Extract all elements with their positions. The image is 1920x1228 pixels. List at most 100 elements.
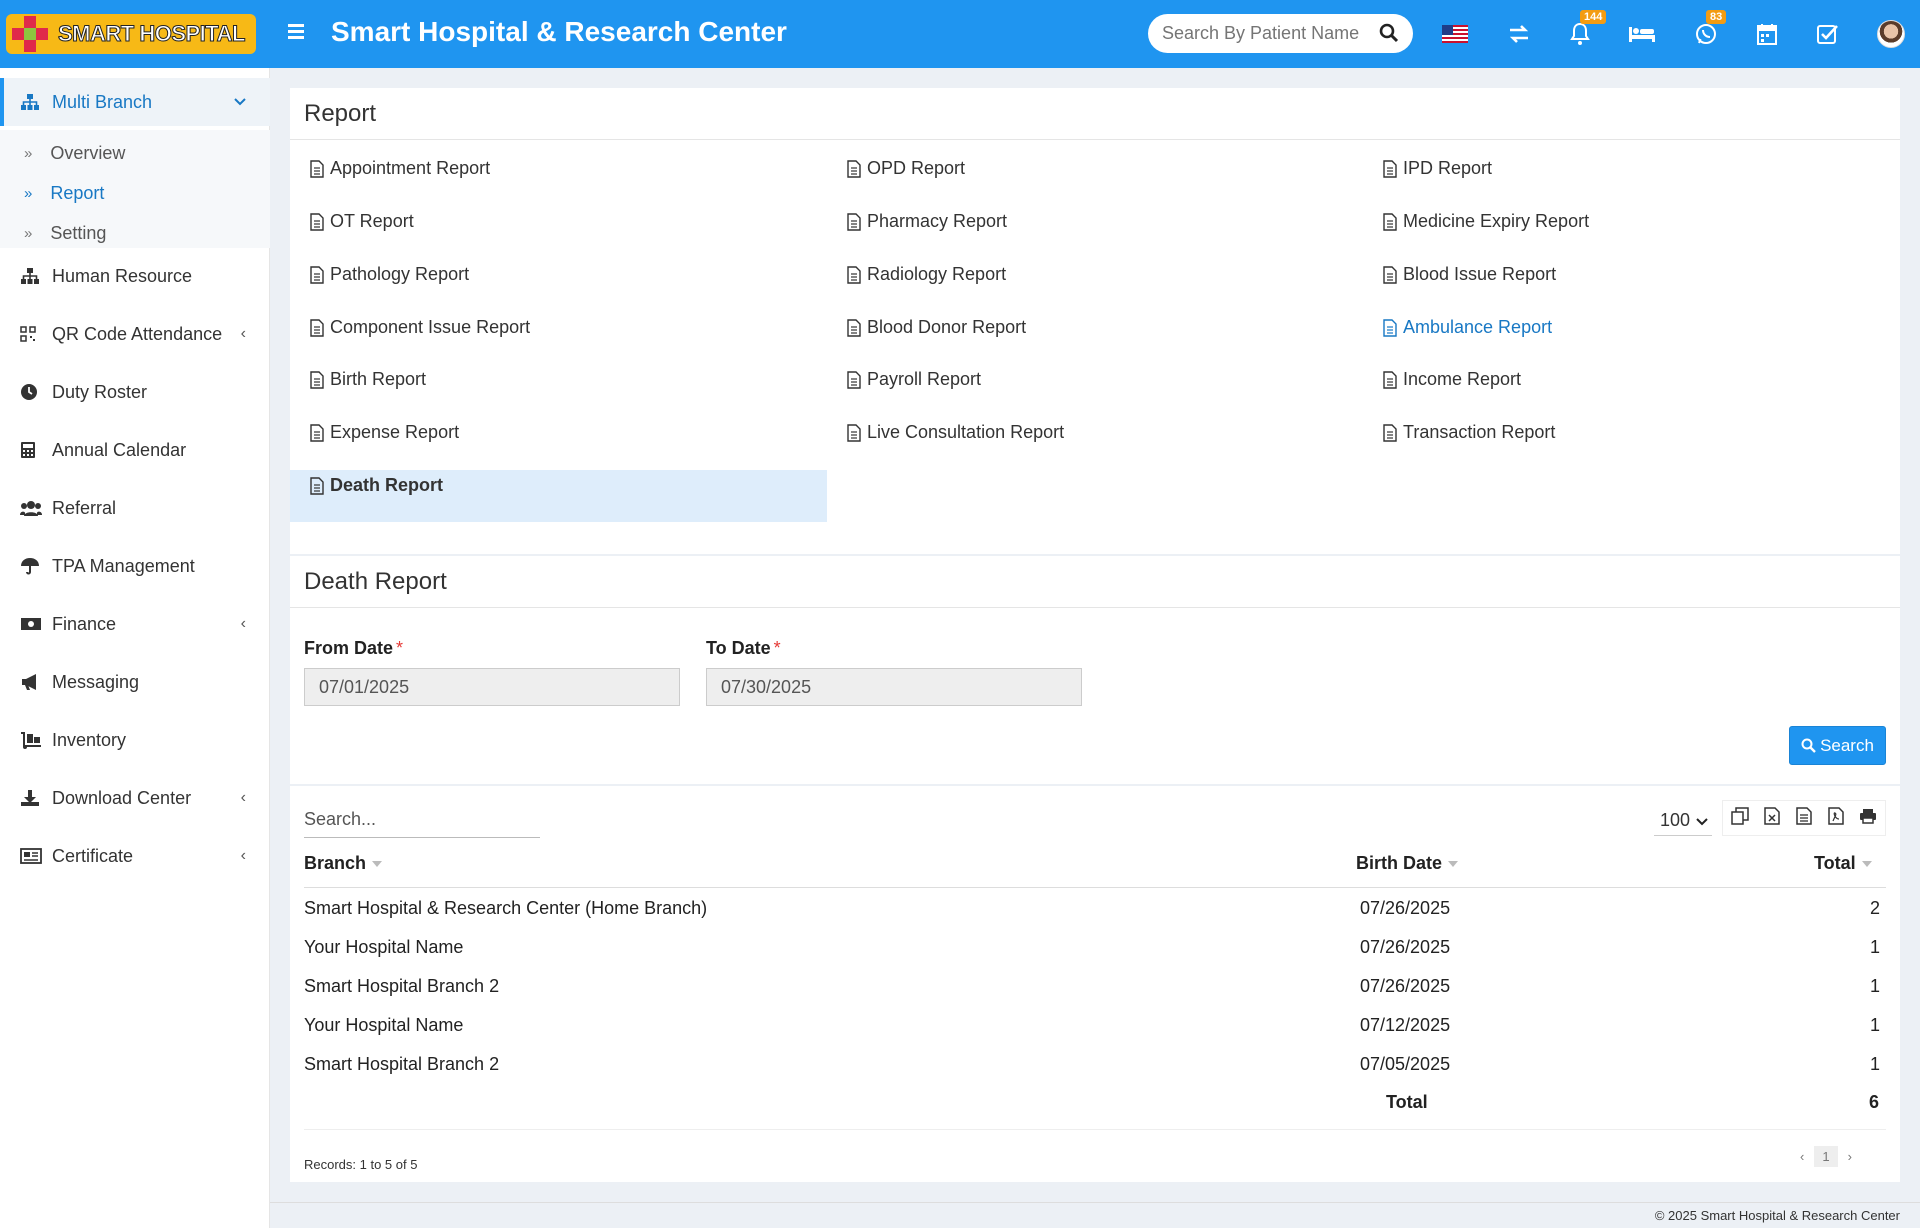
column-header-birth-date[interactable]: Birth Date	[1356, 853, 1459, 874]
task-check-icon[interactable]	[1814, 20, 1842, 48]
sidebar-item-multi-branch[interactable]: Multi Branch	[0, 78, 270, 126]
report-link-birth-report[interactable]: Birth Report	[310, 369, 426, 390]
top-header: SMART HOSPITAL Smart Hospital & Research…	[0, 0, 1920, 68]
document-icon	[310, 318, 324, 337]
sort-icon	[1448, 860, 1459, 867]
report-link-pathology-report[interactable]: Pathology Report	[310, 264, 469, 285]
excel-icon[interactable]	[1764, 806, 1781, 830]
copy-icon[interactable]	[1731, 806, 1749, 830]
report-link-ambulance-report[interactable]: Ambulance Report	[1383, 317, 1552, 338]
next-page-button[interactable]: ›	[1848, 1149, 1852, 1164]
csv-icon[interactable]	[1796, 806, 1812, 830]
sidebar-item-inventory[interactable]: Inventory	[0, 716, 270, 764]
sidebar-item-tpa-management[interactable]: TPA Management	[0, 542, 270, 590]
table-cell-birth-date: 07/26/2025	[1360, 976, 1451, 996]
report-link-component-issue-report[interactable]: Component Issue Report	[310, 317, 530, 338]
search-button[interactable]: Search	[1789, 726, 1886, 765]
report-link-blood-issue-report[interactable]: Blood Issue Report	[1383, 264, 1556, 285]
report-link-expense-report[interactable]: Expense Report	[310, 422, 459, 443]
sidebar-item-messaging[interactable]: Messaging	[0, 658, 270, 706]
submenu-item-setting[interactable]: » Setting	[24, 218, 106, 248]
chevron-left-icon: ‹	[240, 789, 246, 806]
document-icon	[847, 265, 861, 284]
report-link-pharmacy-report[interactable]: Pharmacy Report	[847, 211, 1007, 232]
page-button-1[interactable]: 1	[1814, 1146, 1838, 1167]
patient-search	[1148, 14, 1413, 53]
bed-icon[interactable]	[1628, 20, 1656, 48]
document-icon	[1383, 265, 1397, 284]
report-link-medicine-expiry-report[interactable]: Medicine Expiry Report	[1383, 211, 1589, 232]
sidebar-item-qr-code-attendance[interactable]: QR Code Attendance ‹	[0, 310, 270, 358]
report-link-radiology-report[interactable]: Radiology Report	[847, 264, 1006, 285]
document-icon	[310, 423, 324, 442]
column-header-branch[interactable]: Branch	[304, 853, 383, 874]
whatsapp-icon[interactable]: 83	[1692, 10, 1727, 48]
sidebar-item-label: Multi Branch	[52, 91, 153, 112]
page-size-select[interactable]: 100	[1654, 806, 1712, 836]
table-header-divider	[304, 887, 1886, 888]
table-footer-total-label: Total	[1386, 1092, 1428, 1112]
from-date-label: From Date *	[304, 638, 404, 658]
report-link-transaction-report[interactable]: Transaction Report	[1383, 422, 1555, 443]
records-info: Records: 1 to 5 of 5	[304, 1157, 418, 1172]
dolly-icon	[20, 731, 44, 749]
table-cell-total: 1	[1869, 1015, 1880, 1035]
report-link-ipd-report[interactable]: IPD Report	[1383, 158, 1492, 179]
document-icon	[310, 212, 324, 231]
document-icon	[847, 370, 861, 389]
sidebar-item-certificate[interactable]: Certificate ‹	[0, 832, 270, 880]
menu-toggle-icon[interactable]	[286, 20, 312, 46]
document-icon	[310, 265, 324, 284]
double-chevron-icon: »	[24, 184, 33, 202]
umbrella-icon	[20, 557, 44, 575]
language-flag-icon[interactable]	[1441, 20, 1469, 48]
user-avatar[interactable]	[1877, 20, 1905, 48]
logo-text: SMART HOSPITAL	[58, 21, 246, 47]
table-footer-divider	[304, 1129, 1886, 1130]
column-header-total[interactable]: Total	[1814, 853, 1872, 874]
search-icon	[1801, 738, 1816, 753]
to-date-input[interactable]: 07/30/2025	[706, 668, 1082, 706]
report-link-live-consultation-report[interactable]: Live Consultation Report	[847, 422, 1064, 443]
table-cell-birth-date: 07/26/2025	[1360, 898, 1451, 918]
table-footer-total-value: 6	[1869, 1092, 1880, 1112]
report-link-ot-report[interactable]: OT Report	[310, 211, 414, 232]
search-icon[interactable]	[1379, 23, 1399, 48]
table-cell-total: 1	[1869, 1054, 1880, 1074]
calendar-icon[interactable]	[1753, 20, 1781, 48]
users-icon	[20, 500, 44, 516]
from-date-input[interactable]: 07/01/2025	[304, 668, 680, 706]
patient-search-input[interactable]	[1162, 23, 1362, 44]
table-search-input[interactable]: Search...	[304, 802, 540, 838]
table-cell-birth-date: 07/05/2025	[1360, 1054, 1451, 1074]
switch-branch-icon[interactable]	[1505, 20, 1533, 48]
document-icon	[310, 370, 324, 389]
sidebar-item-finance[interactable]: Finance ‹	[0, 600, 270, 648]
results-table-panel: Search... 100 Branch Birth Date Total Sm…	[290, 786, 1900, 1182]
notification-bell-icon[interactable]: 144	[1566, 10, 1607, 48]
report-link-appointment-report[interactable]: Appointment Report	[310, 158, 490, 179]
sidebar-item-referral[interactable]: Referral	[0, 484, 270, 532]
sort-icon	[372, 860, 383, 867]
sidebar-item-duty-roster[interactable]: Duty Roster	[0, 368, 270, 416]
table-cell-birth-date: 07/12/2025	[1360, 1015, 1451, 1035]
page-footer: © 2025 Smart Hospital & Research Center	[270, 1202, 1920, 1228]
prev-page-button[interactable]: ‹	[1800, 1149, 1804, 1164]
report-link-opd-report[interactable]: OPD Report	[847, 158, 965, 179]
money-icon	[20, 617, 44, 631]
document-icon	[1383, 423, 1397, 442]
report-link-blood-donor-report[interactable]: Blood Donor Report	[847, 317, 1026, 338]
print-icon[interactable]	[1859, 808, 1877, 829]
sidebar-item-download-center[interactable]: Download Center ‹	[0, 774, 270, 822]
report-link-payroll-report[interactable]: Payroll Report	[847, 369, 981, 390]
report-link-death-report[interactable]: Death Report	[310, 475, 443, 496]
submenu-item-overview[interactable]: » Overview	[24, 138, 125, 168]
pdf-icon[interactable]	[1827, 806, 1844, 830]
logo[interactable]: SMART HOSPITAL	[6, 14, 256, 54]
report-link-income-report[interactable]: Income Report	[1383, 369, 1521, 390]
table-cell-birth-date: 07/26/2025	[1360, 937, 1451, 957]
sidebar-item-human-resource[interactable]: Human Resource	[0, 252, 270, 300]
sidebar-item-annual-calendar[interactable]: Annual Calendar	[0, 426, 270, 474]
submenu-item-report[interactable]: » Report	[24, 178, 104, 208]
notification-badge: 144	[1580, 10, 1607, 24]
